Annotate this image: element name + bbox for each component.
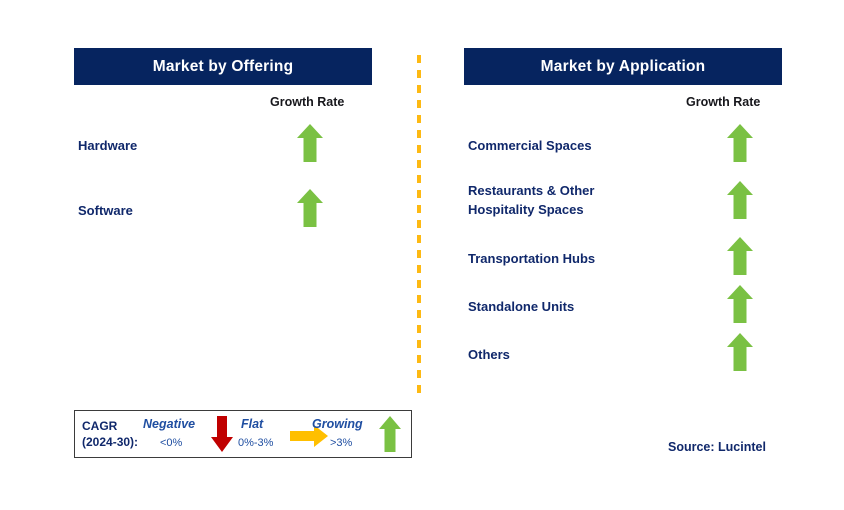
up-arrow-icon (726, 123, 754, 163)
down-arrow-icon (210, 415, 234, 453)
vertical-dashed-divider (417, 55, 421, 395)
row-label-software: Software (78, 203, 133, 218)
row-label-others: Others (468, 347, 510, 362)
row-label-commercial-spaces: Commercial Spaces (468, 138, 592, 153)
up-arrow-icon (296, 188, 324, 228)
legend-label-flat: Flat (241, 417, 264, 431)
growth-rate-caption-offering: Growth Rate (270, 95, 345, 109)
legend-range-flat: 0%-3% (238, 437, 274, 449)
up-arrow-icon (726, 284, 754, 324)
panel-title-offering: Market by Offering (152, 57, 294, 75)
legend-range-growing: >3% (330, 437, 353, 449)
up-arrow-icon (726, 180, 754, 220)
up-arrow-icon (378, 415, 402, 453)
row-label-hardware: Hardware (78, 138, 138, 153)
source-note: Source: Lucintel (668, 440, 766, 454)
panel-title-application: Market by Application (540, 57, 706, 75)
row-label-restaurants-hospitality: Restaurants & Other Hospitality Spaces (468, 183, 595, 217)
up-arrow-icon (296, 123, 324, 163)
panel-header-application: Market by Application (464, 48, 782, 85)
infographic-canvas: Market by Offering Growth Rate Hardware … (0, 0, 844, 510)
legend-label-negative: Negative (143, 417, 196, 431)
row-label-transportation-hubs: Transportation Hubs (468, 251, 596, 266)
growth-rate-caption-application: Growth Rate (686, 95, 761, 109)
cagr-legend-title: CAGR (2024-30): (82, 419, 139, 449)
row-label-standalone-units: Standalone Units (468, 299, 575, 314)
legend-label-growing: Growing (312, 417, 363, 431)
legend-range-negative: <0% (160, 437, 183, 449)
up-arrow-icon (726, 236, 754, 276)
up-arrow-icon (726, 332, 754, 372)
panel-header-offering: Market by Offering (74, 48, 372, 85)
